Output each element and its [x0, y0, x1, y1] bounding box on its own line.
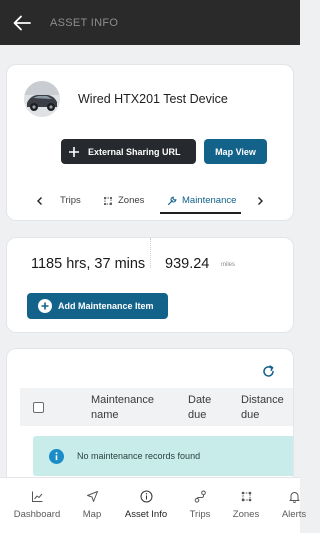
column-distance-due[interactable]: Distance due	[241, 393, 293, 423]
zones-icon	[103, 196, 113, 205]
refresh-icon[interactable]	[262, 365, 275, 378]
column-date-due[interactable]: Date due	[188, 393, 228, 423]
device-avatar	[24, 81, 60, 117]
map-view-button[interactable]: Map View	[204, 139, 267, 164]
bottom-navigation: Dashboard Map Asset Info Trips Zones Ale…	[0, 477, 306, 533]
plus-circle-icon	[38, 299, 52, 313]
device-card: Wired HTX201 Test Device External Sharin…	[7, 65, 293, 220]
odometer-value: 939.24	[165, 256, 210, 272]
asset-tabs: Trips Zones Maintenance	[7, 189, 293, 215]
tab-zones[interactable]: Zones	[103, 195, 144, 206]
page-title: ASSET INFO	[50, 16, 119, 29]
nav-trips-label: Trips	[189, 509, 211, 520]
add-maintenance-item-label: Add Maintenance Item	[58, 301, 154, 311]
odometer-unit: miles	[221, 262, 236, 268]
chevron-left-icon[interactable]	[35, 196, 45, 206]
engine-hours: 1185 hrs, 37 mins	[31, 256, 146, 272]
tab-trips[interactable]: Trips	[60, 195, 81, 206]
metric-divider	[150, 238, 151, 268]
arrow-left-icon[interactable]	[11, 12, 33, 34]
chevron-right-icon[interactable]	[255, 196, 265, 206]
tab-trips-label: Trips	[60, 195, 81, 206]
car-image-icon	[24, 81, 60, 117]
nav-map-label: Map	[82, 509, 102, 520]
metrics-card: 1185 hrs, 37 mins 939.24 miles Add Maint…	[7, 238, 293, 332]
active-tab-indicator	[160, 212, 241, 214]
nav-zones-label: Zones	[232, 509, 260, 520]
bell-icon	[289, 492, 299, 503]
tab-maintenance-label: Maintenance	[182, 195, 237, 206]
device-name: Wired HTX201 Test Device	[78, 92, 228, 106]
map-view-label: Map View	[215, 146, 256, 157]
nav-dashboard-label: Dashboard	[13, 509, 61, 520]
dashboard-icon	[31, 491, 42, 502]
table-header: Maintenance name Date due Distance due	[20, 388, 293, 426]
maintenance-table-card: Maintenance name Date due Distance due N…	[7, 349, 293, 489]
nav-asset-info-label: Asset Info	[124, 509, 168, 520]
wrench-icon	[167, 196, 177, 205]
nav-map[interactable]: Map	[62, 490, 122, 520]
select-all-checkbox[interactable]	[33, 402, 44, 413]
route-icon	[194, 490, 206, 503]
plus-icon	[69, 146, 79, 157]
tab-maintenance[interactable]: Maintenance	[167, 195, 236, 206]
external-sharing-url-button[interactable]: External Sharing URL	[61, 139, 196, 164]
top-app-bar: ASSET INFO	[0, 0, 300, 45]
nav-dashboard[interactable]: Dashboard	[7, 490, 67, 520]
info-icon	[49, 448, 64, 464]
nav-asset-info[interactable]: Asset Info	[116, 490, 176, 520]
info-circle-icon	[140, 490, 152, 503]
column-maintenance-name[interactable]: Maintenance name	[91, 393, 173, 423]
add-maintenance-item-button[interactable]: Add Maintenance Item	[27, 293, 168, 319]
zones-icon	[241, 491, 251, 502]
nav-alerts-label: Alerts	[281, 509, 307, 520]
empty-state-message: No maintenance records found	[77, 451, 201, 461]
navigation-icon	[86, 491, 98, 502]
empty-state-alert: No maintenance records found	[33, 436, 293, 476]
external-sharing-url-label: External Sharing URL	[88, 146, 181, 157]
tab-zones-label: Zones	[118, 195, 145, 206]
nav-alerts[interactable]: Alerts	[264, 490, 320, 520]
